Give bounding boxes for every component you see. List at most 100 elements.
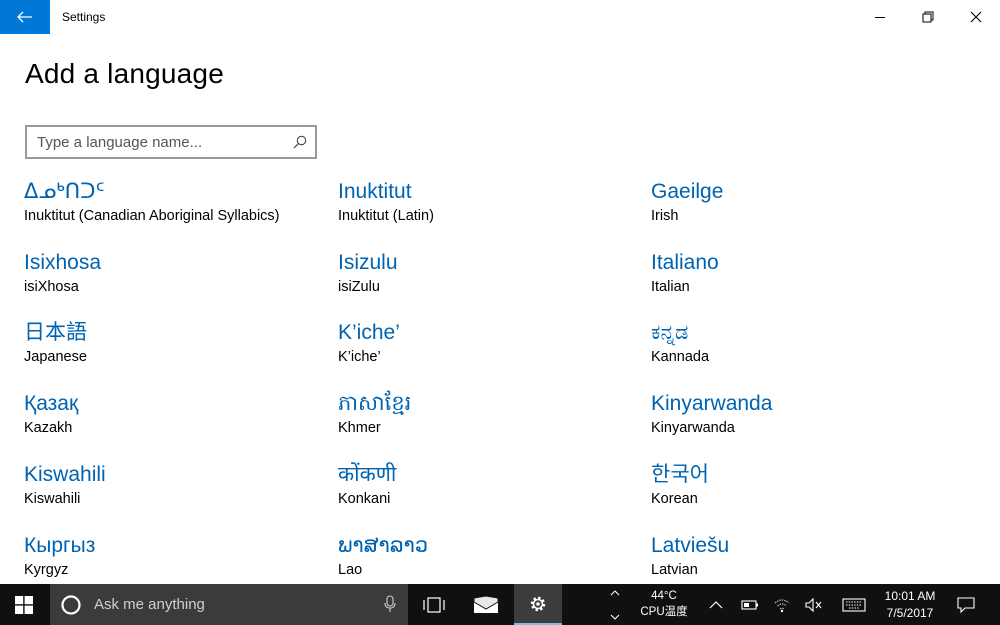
language-search-input[interactable] — [37, 133, 287, 151]
volume-button[interactable] — [800, 584, 828, 625]
show-hidden-icons-button[interactable] — [702, 584, 730, 625]
language-item[interactable]: ភាសាខ្មែរ Khmer — [338, 390, 638, 452]
microphone-icon[interactable] — [384, 595, 396, 613]
language-english-name: Italian — [651, 279, 690, 295]
back-button[interactable] — [0, 0, 50, 34]
language-native-name: 日本語 — [24, 321, 87, 344]
language-native-name: Kinyarwanda — [651, 392, 773, 415]
language-english-name: isiXhosa — [24, 279, 79, 295]
language-native-name: Gaeilge — [651, 180, 724, 203]
language-item[interactable]: Кыргыз Kyrgyz — [24, 532, 324, 584]
language-item[interactable]: ಕನ್ನಡ Kannada — [651, 319, 951, 381]
volume-muted-icon — [805, 597, 822, 612]
clock[interactable]: 10:01 AM 7/5/2017 — [875, 588, 945, 622]
start-button[interactable] — [0, 584, 48, 625]
language-native-name: Inuktitut — [338, 180, 412, 203]
language-item[interactable]: ᐃᓄᒃᑎᑐᑦ Inuktitut (Canadian Aboriginal Sy… — [24, 178, 324, 240]
window-title: Settings — [62, 10, 106, 24]
language-native-name: Italiano — [651, 251, 719, 274]
language-item[interactable]: कोंकणी Konkani — [338, 461, 638, 523]
wifi-icon — [774, 598, 790, 612]
language-native-name: Latviešu — [651, 534, 730, 557]
windows-logo-icon — [15, 595, 33, 614]
language-list: ᐃᓄᒃᑎᑐᑦ Inuktitut (Canadian Aboriginal Sy… — [24, 178, 984, 584]
language-english-name: Inuktitut (Latin) — [338, 208, 434, 224]
language-native-name: Kiswahili — [24, 463, 106, 486]
language-english-name: Kiswahili — [24, 491, 81, 507]
language-english-name: Kyrgyz — [24, 562, 69, 578]
language-english-name: isiZulu — [338, 279, 380, 295]
chevron-up-icon — [709, 600, 723, 608]
taskbar-scroll-icon[interactable] — [608, 587, 622, 623]
task-view-icon — [423, 596, 445, 613]
language-native-name: Isizulu — [338, 251, 398, 274]
language-native-name: 한국어 — [651, 463, 709, 486]
cpu-temperature-label: CPU温度 — [640, 606, 688, 618]
page-title: Add a language — [25, 58, 224, 89]
language-english-name: Irish — [651, 208, 679, 224]
language-native-name: Қазақ — [24, 392, 79, 415]
language-english-name: Lao — [338, 562, 363, 578]
language-english-name: Inuktitut (Canadian Aboriginal Syllabics… — [24, 208, 280, 224]
restore-icon — [922, 11, 934, 23]
minimize-icon — [875, 17, 885, 18]
language-item[interactable]: Latviešu Latvian — [651, 532, 951, 584]
language-english-name: Khmer — [338, 420, 381, 436]
clock-date: 7/5/2017 — [886, 606, 934, 620]
close-icon — [970, 11, 982, 23]
language-item[interactable]: Inuktitut Inuktitut (Latin) — [338, 178, 638, 240]
back-arrow-icon — [17, 11, 32, 23]
language-item[interactable]: Kiswahili Kiswahili — [24, 461, 324, 523]
cpu-temperature-value: 44°C — [651, 590, 677, 602]
language-english-name: Kazakh — [24, 420, 73, 436]
language-english-name: Korean — [651, 491, 698, 507]
language-item[interactable]: Gaeilge Irish — [651, 178, 951, 240]
cpu-temperature-widget[interactable]: 44°C CPU温度 — [638, 588, 690, 620]
language-english-name: Japanese — [24, 349, 87, 365]
settings-app-button[interactable] — [514, 584, 562, 625]
mail-icon — [473, 595, 499, 613]
cortana-search-label: Ask me anything — [94, 596, 205, 613]
clock-time: 10:01 AM — [884, 589, 936, 603]
language-native-name: K’iche’ — [338, 321, 400, 344]
language-english-name: K’iche’ — [338, 349, 381, 365]
search-icon[interactable] — [293, 135, 307, 149]
language-english-name: Kannada — [651, 349, 710, 365]
language-native-name: Isixhosa — [24, 251, 102, 274]
language-native-name: ಕನ್ನಡ — [651, 321, 689, 344]
language-item[interactable]: Қазақ Kazakh — [24, 390, 324, 452]
language-english-name: Kinyarwanda — [651, 420, 735, 436]
language-item[interactable]: ພາສາລາວ Lao — [338, 532, 638, 584]
language-item[interactable]: Isizulu isiZulu — [338, 249, 638, 311]
language-search-box[interactable] — [25, 125, 317, 159]
language-item[interactable]: Isixhosa isiXhosa — [24, 249, 324, 311]
cortana-search-box[interactable]: Ask me anything — [50, 584, 408, 625]
cortana-circle-icon — [61, 594, 81, 615]
title-bar: Settings — [0, 0, 1000, 34]
gear-icon — [530, 596, 546, 611]
language-item[interactable]: 日本語 Japanese — [24, 319, 324, 381]
language-english-name: Konkani — [338, 491, 391, 507]
action-center-icon — [957, 596, 975, 613]
language-native-name: ភាសាខ្មែរ — [338, 392, 412, 415]
close-button[interactable] — [953, 0, 999, 34]
language-native-name: कोंकणी — [338, 463, 397, 486]
language-native-name: ພາສາລາວ — [338, 534, 429, 557]
action-center-button[interactable] — [948, 584, 984, 625]
language-item[interactable]: Italiano Italian — [651, 249, 951, 311]
minimize-button[interactable] — [857, 0, 903, 34]
battery-button[interactable] — [736, 584, 764, 625]
battery-icon — [741, 599, 758, 610]
language-item[interactable]: K’iche’ K’iche’ — [338, 319, 638, 381]
language-item[interactable]: Kinyarwanda Kinyarwanda — [651, 390, 951, 452]
keyboard-icon — [842, 597, 866, 612]
language-native-name: ᐃᓄᒃᑎᑐᑦ — [24, 180, 105, 203]
task-view-button[interactable] — [410, 584, 458, 625]
touch-keyboard-button[interactable] — [836, 584, 872, 625]
taskbar: Ask me anything 44°C CPU温度 10:01 AM 7/5/… — [0, 584, 1000, 625]
restore-button[interactable] — [905, 0, 951, 34]
network-button[interactable] — [768, 584, 796, 625]
language-item[interactable]: 한국어 Korean — [651, 461, 951, 523]
language-english-name: Latvian — [651, 562, 698, 578]
mail-app-button[interactable] — [462, 584, 510, 625]
